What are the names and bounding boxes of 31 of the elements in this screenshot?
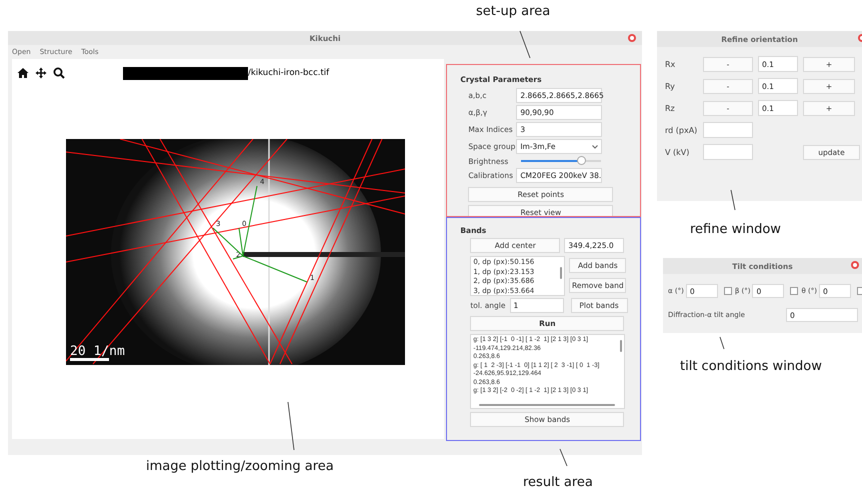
leader-line	[560, 449, 568, 466]
field-label: Ry	[665, 82, 676, 90]
annotation-label: refine window	[690, 222, 781, 237]
scrollbar[interactable]	[560, 267, 562, 279]
results-text-area[interactable]	[470, 334, 626, 409]
field-label: Rx	[665, 60, 676, 68]
leader-line	[288, 402, 295, 450]
slider-thumb[interactable]	[577, 156, 586, 165]
annotation-label: tilt conditions window	[680, 359, 822, 374]
scrollbar[interactable]	[479, 404, 616, 406]
chevron-down-icon	[592, 144, 598, 148]
close-icon[interactable]	[851, 261, 859, 269]
leader-line	[520, 31, 531, 58]
field-label: V (kV)	[665, 148, 690, 156]
input-field[interactable]	[703, 122, 753, 138]
annotation-label: set-up area	[476, 4, 550, 19]
leader-line	[720, 337, 725, 349]
home-icon[interactable]	[17, 67, 29, 79]
move-icon[interactable]	[35, 67, 47, 79]
file-path: /kikuchi-iron-bcc.tif	[248, 68, 330, 78]
field-label: Rz	[665, 104, 676, 112]
annotation-label: result area	[523, 475, 593, 490]
field-label: rd (pxA)	[665, 126, 698, 134]
annotation-label: image plotting/zooming area	[146, 459, 334, 474]
checkbox[interactable]	[790, 287, 798, 295]
search-icon[interactable]	[53, 67, 65, 79]
close-icon[interactable]	[628, 34, 636, 42]
scrollbar[interactable]	[620, 340, 622, 352]
checkbox[interactable]	[724, 287, 732, 295]
leader-line	[731, 190, 736, 210]
input-field[interactable]	[703, 144, 753, 160]
